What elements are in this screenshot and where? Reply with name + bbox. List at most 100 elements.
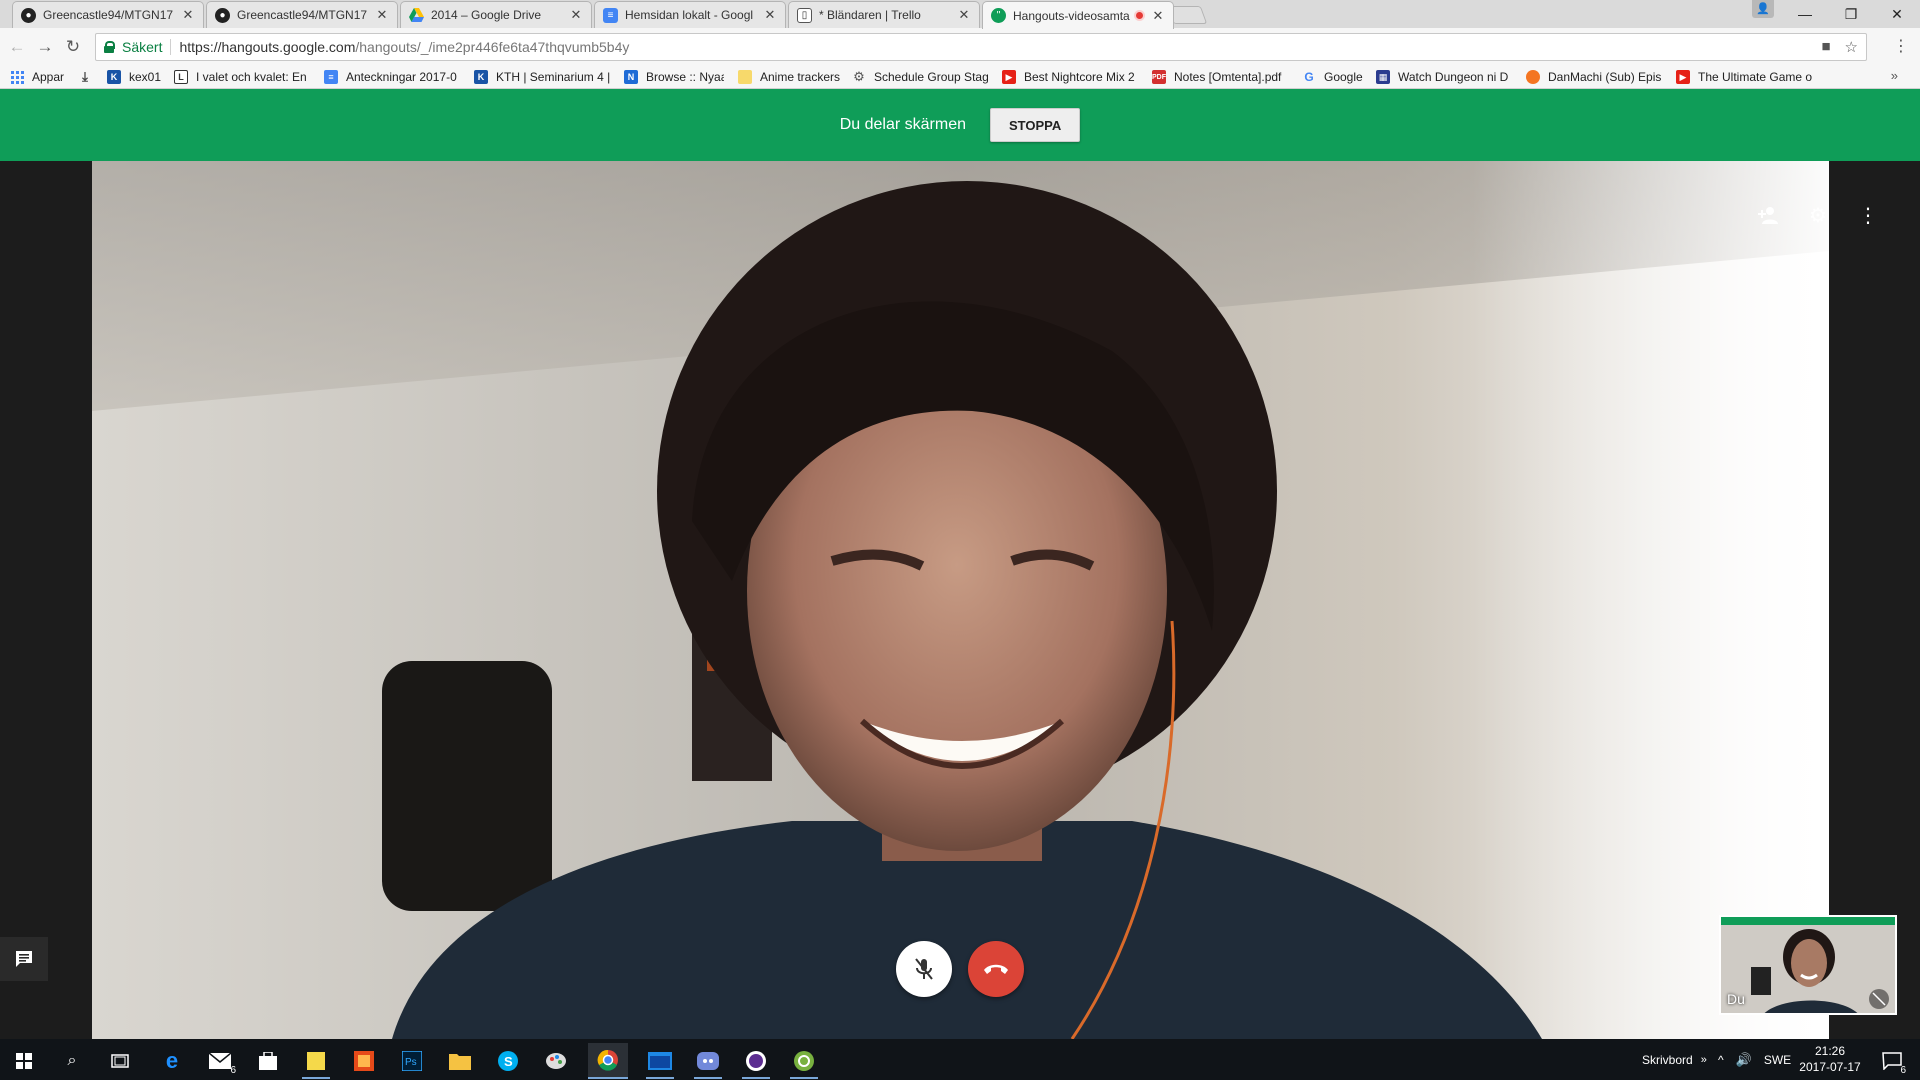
site-icon: ▦ [1376, 70, 1390, 84]
reload-button[interactable]: ↻ [62, 36, 84, 58]
sticky-notes-icon[interactable] [296, 1043, 336, 1079]
forward-button[interactable]: → [34, 36, 56, 58]
folder-icon [738, 70, 752, 84]
window-controls: — ❐ ✕ [1782, 0, 1920, 28]
tab-title: * Bländaren | Trello [819, 8, 921, 22]
bookmark-item[interactable]: L I valet och kvalet: En [174, 68, 310, 86]
volume-icon[interactable]: 🔊 [1736, 1052, 1752, 1068]
screen-share-message: Du delar skärmen [839, 116, 966, 133]
browser-tab[interactable]: ≡ Hemsidan lokalt - Googl ✕ [594, 1, 786, 28]
bookmark-label: The Ultimate Game o [1698, 70, 1812, 84]
browser-tab[interactable]: ● Greencastle94/MTGN17 ✕ [12, 1, 204, 28]
desktop-toolbar-label[interactable]: Skrivbord » [1642, 1039, 1707, 1080]
close-icon[interactable]: ✕ [1151, 8, 1165, 24]
chat-button[interactable] [0, 937, 48, 981]
add-person-icon[interactable] [1756, 203, 1780, 227]
chrome-icon[interactable] [588, 1043, 628, 1079]
show-hidden-icons-icon[interactable]: ^ [1718, 1053, 1724, 1067]
bookmark-label: KTH | Seminarium 4 | [496, 70, 610, 84]
tab-title: Hangouts-videosamta [1013, 8, 1130, 23]
bookmark-item[interactable]: ▦ Watch Dungeon ni D [1376, 68, 1512, 86]
close-icon[interactable]: ✕ [763, 7, 777, 23]
self-video-image [1721, 917, 1895, 1013]
bookmark-label: Best Nightcore Mix 2 [1024, 70, 1135, 84]
more-options-icon[interactable]: ⋮ [1856, 203, 1880, 227]
recording-indicator-icon [1134, 10, 1145, 21]
close-window-button[interactable]: ✕ [1874, 0, 1920, 28]
close-icon[interactable]: ✕ [375, 7, 389, 23]
file-explorer-icon[interactable] [440, 1043, 480, 1079]
bookmark-item[interactable]: ▶ The Ultimate Game o [1676, 68, 1812, 86]
hang-up-button[interactable] [968, 941, 1024, 997]
photoshop-icon[interactable]: Ps [392, 1043, 432, 1079]
mail-badge: 6 [230, 1065, 236, 1076]
edge-browser-icon[interactable]: e [152, 1043, 192, 1079]
minimize-button[interactable]: — [1782, 0, 1828, 28]
browser-tab[interactable]: ▯ * Bländaren | Trello ✕ [788, 1, 980, 28]
utorrent-icon[interactable] [784, 1043, 824, 1079]
browser-tab[interactable]: ● Greencastle94/MTGN17 ✕ [206, 1, 398, 28]
browser-tab-active[interactable]: " Hangouts-videosamta ✕ [982, 1, 1174, 29]
start-button[interactable] [4, 1043, 44, 1079]
desktop-label: Skrivbord [1642, 1052, 1693, 1067]
pdf-icon: PDF [1152, 70, 1166, 84]
profile-icon[interactable]: 👤 [1752, 0, 1774, 18]
google-drive-icon [409, 8, 424, 23]
bookmark-item[interactable]: ⚙ Schedule Group Stag [852, 68, 988, 86]
clock[interactable]: 21:26 2017-07-17 [1798, 1043, 1862, 1075]
language-indicator[interactable]: SWE [1764, 1053, 1791, 1067]
kth-icon: K [107, 70, 121, 84]
bookmark-item[interactable]: N Browse :: Nyaa [624, 68, 724, 86]
bookmark-apps[interactable]: Appar [10, 68, 64, 86]
action-center-icon[interactable]: 6 [1872, 1043, 1912, 1079]
task-view-icon[interactable] [100, 1043, 140, 1079]
bookmark-star-icon[interactable]: ☆ [1845, 38, 1858, 56]
svg-text:S: S [504, 1054, 513, 1069]
camera-icon[interactable]: ■ [1821, 38, 1830, 56]
browser-tab[interactable]: 2014 – Google Drive ✕ [400, 1, 592, 28]
crunchy-icon [1526, 70, 1540, 84]
discord-icon[interactable] [688, 1043, 728, 1079]
bookmark-folder[interactable]: Anime trackers [738, 68, 848, 86]
screen-share-banner: Du delar skärmen STOPPA [0, 89, 1920, 161]
bookmark-item[interactable]: DanMachi (Sub) Epis [1526, 68, 1662, 86]
stop-sharing-button[interactable]: STOPPA [990, 108, 1081, 142]
secure-label: Säkert [122, 39, 163, 55]
bookmark-item[interactable]: K KTH | Seminarium 4 | [474, 68, 610, 86]
mic-off-icon [915, 958, 933, 980]
close-icon[interactable]: ✕ [957, 7, 971, 23]
self-label: Du [1727, 991, 1745, 1007]
bookmark-download[interactable]: ⤓ [78, 68, 100, 86]
mail-icon[interactable]: 6 [200, 1043, 240, 1079]
tab-title: Hemsidan lokalt - Googl [625, 8, 754, 22]
nyaa-icon: N [624, 70, 638, 84]
bookmarks-overflow-icon[interactable]: » [1891, 68, 1898, 83]
google-docs-icon: ≡ [603, 7, 618, 23]
back-button[interactable]: ← [6, 36, 28, 58]
close-icon[interactable]: ✕ [181, 7, 195, 23]
mute-microphone-button[interactable] [896, 941, 952, 997]
search-icon[interactable]: ⌕ [52, 1043, 92, 1079]
chrome-menu-icon[interactable]: ⋮ [1893, 36, 1909, 56]
close-icon[interactable]: ✕ [569, 7, 583, 23]
gitkraken-icon[interactable] [736, 1043, 776, 1079]
paint-app-icon[interactable] [536, 1043, 576, 1079]
bookmark-label: kex01 [129, 70, 162, 84]
office-icon[interactable] [344, 1043, 384, 1079]
bookmark-item[interactable]: K kex01 [107, 68, 165, 86]
phone-hangup-icon [984, 964, 1008, 974]
bookmark-item[interactable]: PDF Notes [Omtenta].pdf [1152, 68, 1288, 86]
self-view-thumbnail[interactable]: Du [1719, 915, 1897, 1015]
bookmark-item[interactable]: G Google [1302, 68, 1372, 86]
bookmark-label: DanMachi (Sub) Epis [1548, 70, 1662, 84]
bookmark-label: I valet och kvalet: En [196, 70, 307, 84]
maximize-button[interactable]: ❐ [1828, 0, 1874, 28]
chevron-right-icon[interactable]: » [1701, 1054, 1707, 1066]
settings-gear-icon[interactable]: ⚙ [1806, 203, 1830, 227]
address-bar[interactable]: Säkert https://hangouts.google.com/hango… [95, 33, 1867, 61]
bookmark-item[interactable]: ▶ Best Nightcore Mix 2 [1002, 68, 1138, 86]
app-window-icon[interactable] [640, 1043, 680, 1079]
store-icon[interactable] [248, 1043, 288, 1079]
bookmark-item[interactable]: ≡ Anteckningar 2017-0 [324, 68, 460, 86]
skype-icon[interactable]: S [488, 1043, 528, 1079]
